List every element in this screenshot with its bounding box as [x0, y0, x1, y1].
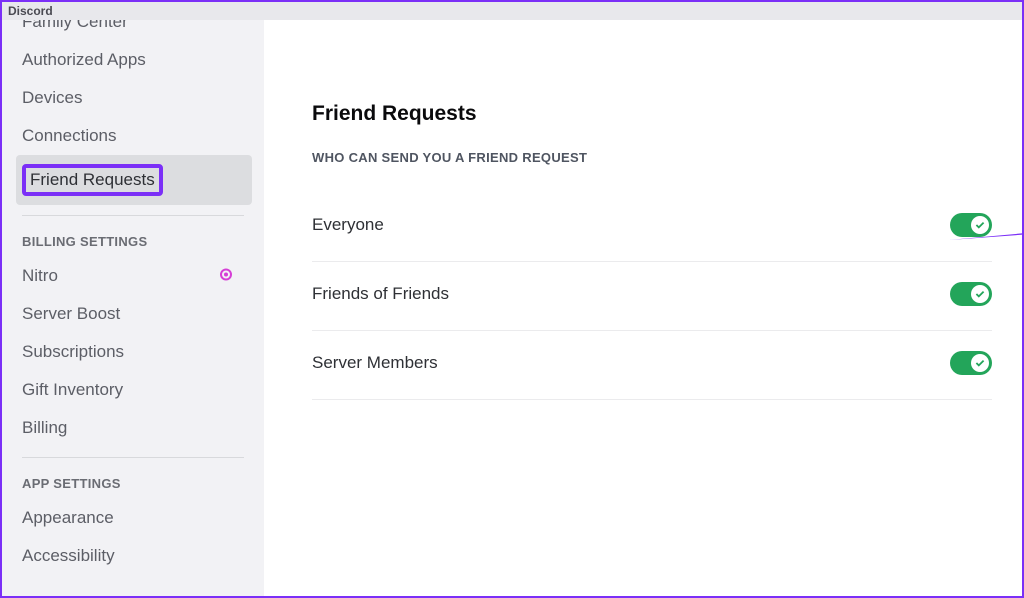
setting-row-friends-of-friends: Friends of Friends	[312, 262, 992, 331]
setting-label: Server Members	[312, 353, 438, 373]
nitro-badge-icon	[218, 267, 234, 286]
sidebar-item-family-center[interactable]: Family Center	[2, 20, 264, 41]
setting-label: Everyone	[312, 215, 384, 235]
check-icon	[974, 219, 986, 231]
toggle-knob	[971, 354, 989, 372]
sidebar-item-label: Appearance	[22, 508, 114, 527]
sidebar-item-appearance[interactable]: Appearance	[2, 499, 264, 537]
sidebar-item-nitro[interactable]: Nitro	[2, 257, 264, 295]
sidebar-header-billing: BILLING SETTINGS	[2, 226, 264, 257]
sidebar-item-label: Authorized Apps	[22, 50, 146, 69]
sidebar-item-friend-requests[interactable]: Friend Requests	[16, 155, 252, 205]
setting-label: Friends of Friends	[312, 284, 449, 304]
sidebar-item-label: Nitro	[22, 266, 58, 285]
check-icon	[974, 288, 986, 300]
toggle-friends-of-friends[interactable]	[950, 282, 992, 306]
sidebar-item-label: Friend Requests	[30, 170, 155, 189]
page-title: Friend Requests	[312, 102, 992, 126]
sidebar-item-label: Connections	[22, 126, 117, 145]
highlight-annotation: Friend Requests	[22, 164, 163, 196]
sidebar-item-gift-inventory[interactable]: Gift Inventory	[2, 371, 264, 409]
sidebar-item-label: Server Boost	[22, 304, 120, 323]
sidebar-item-label: Gift Inventory	[22, 380, 123, 399]
sidebar-item-connections[interactable]: Connections	[2, 117, 264, 155]
setting-row-server-members: Server Members	[312, 331, 992, 400]
sidebar-item-label: Family Center	[22, 20, 128, 31]
toggle-server-members[interactable]	[950, 351, 992, 375]
settings-sidebar: Family Center Authorized Apps Devices Co…	[2, 20, 264, 596]
sidebar-item-label: Billing	[22, 418, 67, 437]
sidebar-item-authorized-apps[interactable]: Authorized Apps	[2, 41, 264, 79]
toggle-knob	[971, 285, 989, 303]
setting-row-everyone: Everyone	[312, 193, 992, 262]
sidebar-divider	[22, 215, 244, 216]
main-content: Friend Requests WHO CAN SEND YOU A FRIEN…	[264, 20, 1022, 596]
app-titlebar: Discord	[2, 2, 1022, 20]
sidebar-item-server-boost[interactable]: Server Boost	[2, 295, 264, 333]
sidebar-item-accessibility[interactable]: Accessibility	[2, 537, 264, 575]
toggle-knob	[971, 216, 989, 234]
sidebar-item-label: Subscriptions	[22, 342, 124, 361]
section-label: WHO CAN SEND YOU A FRIEND REQUEST	[312, 150, 992, 165]
sidebar-item-billing[interactable]: Billing	[2, 409, 264, 447]
sidebar-item-subscriptions[interactable]: Subscriptions	[2, 333, 264, 371]
sidebar-item-label: Devices	[22, 88, 82, 107]
toggle-everyone[interactable]	[950, 213, 992, 237]
sidebar-header-app: APP SETTINGS	[2, 468, 264, 499]
sidebar-item-label: Accessibility	[22, 546, 115, 565]
app-name: Discord	[8, 4, 53, 18]
sidebar-divider	[22, 457, 244, 458]
sidebar-item-devices[interactable]: Devices	[2, 79, 264, 117]
check-icon	[974, 357, 986, 369]
